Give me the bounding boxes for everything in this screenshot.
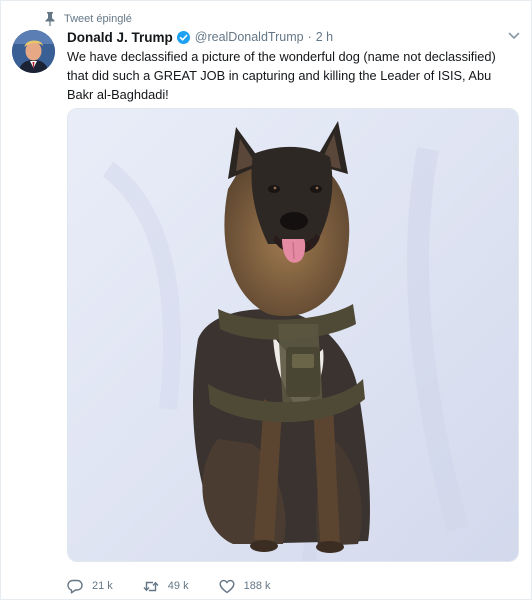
avatar[interactable] [12,30,55,73]
verified-badge-icon [176,30,190,44]
reply-button[interactable]: 21 k [67,579,113,594]
reply-icon [67,579,83,594]
pin-icon [45,12,55,26]
retweet-count: 49 k [167,580,189,592]
tweet-actions: 21 k 49 k 188 k [67,578,301,594]
tweet-text: We have declassified a picture of the wo… [67,49,496,102]
retweet-button[interactable]: 49 k [143,579,189,594]
pinned-tweet[interactable]: Tweet épinglé Donald J. Trump @realDonal… [0,0,532,600]
display-name[interactable]: Donald J. Trump [67,30,173,45]
pinned-label: Tweet épinglé [64,13,132,25]
pinned-indicator: Tweet épinglé [45,12,132,26]
reply-count: 21 k [92,580,113,592]
user-handle[interactable]: @realDonaldTrump [195,30,304,44]
tweet-photo[interactable] [67,108,519,562]
heart-icon [219,579,235,594]
separator-dot: · [307,30,312,44]
tweet-header: Donald J. Trump @realDonaldTrump · 2 h [67,28,333,46]
timestamp[interactable]: 2 h [316,30,333,44]
chevron-down-icon[interactable] [508,31,520,41]
like-button[interactable]: 188 k [219,579,271,594]
retweet-icon [143,579,159,594]
like-count: 188 k [243,580,271,592]
